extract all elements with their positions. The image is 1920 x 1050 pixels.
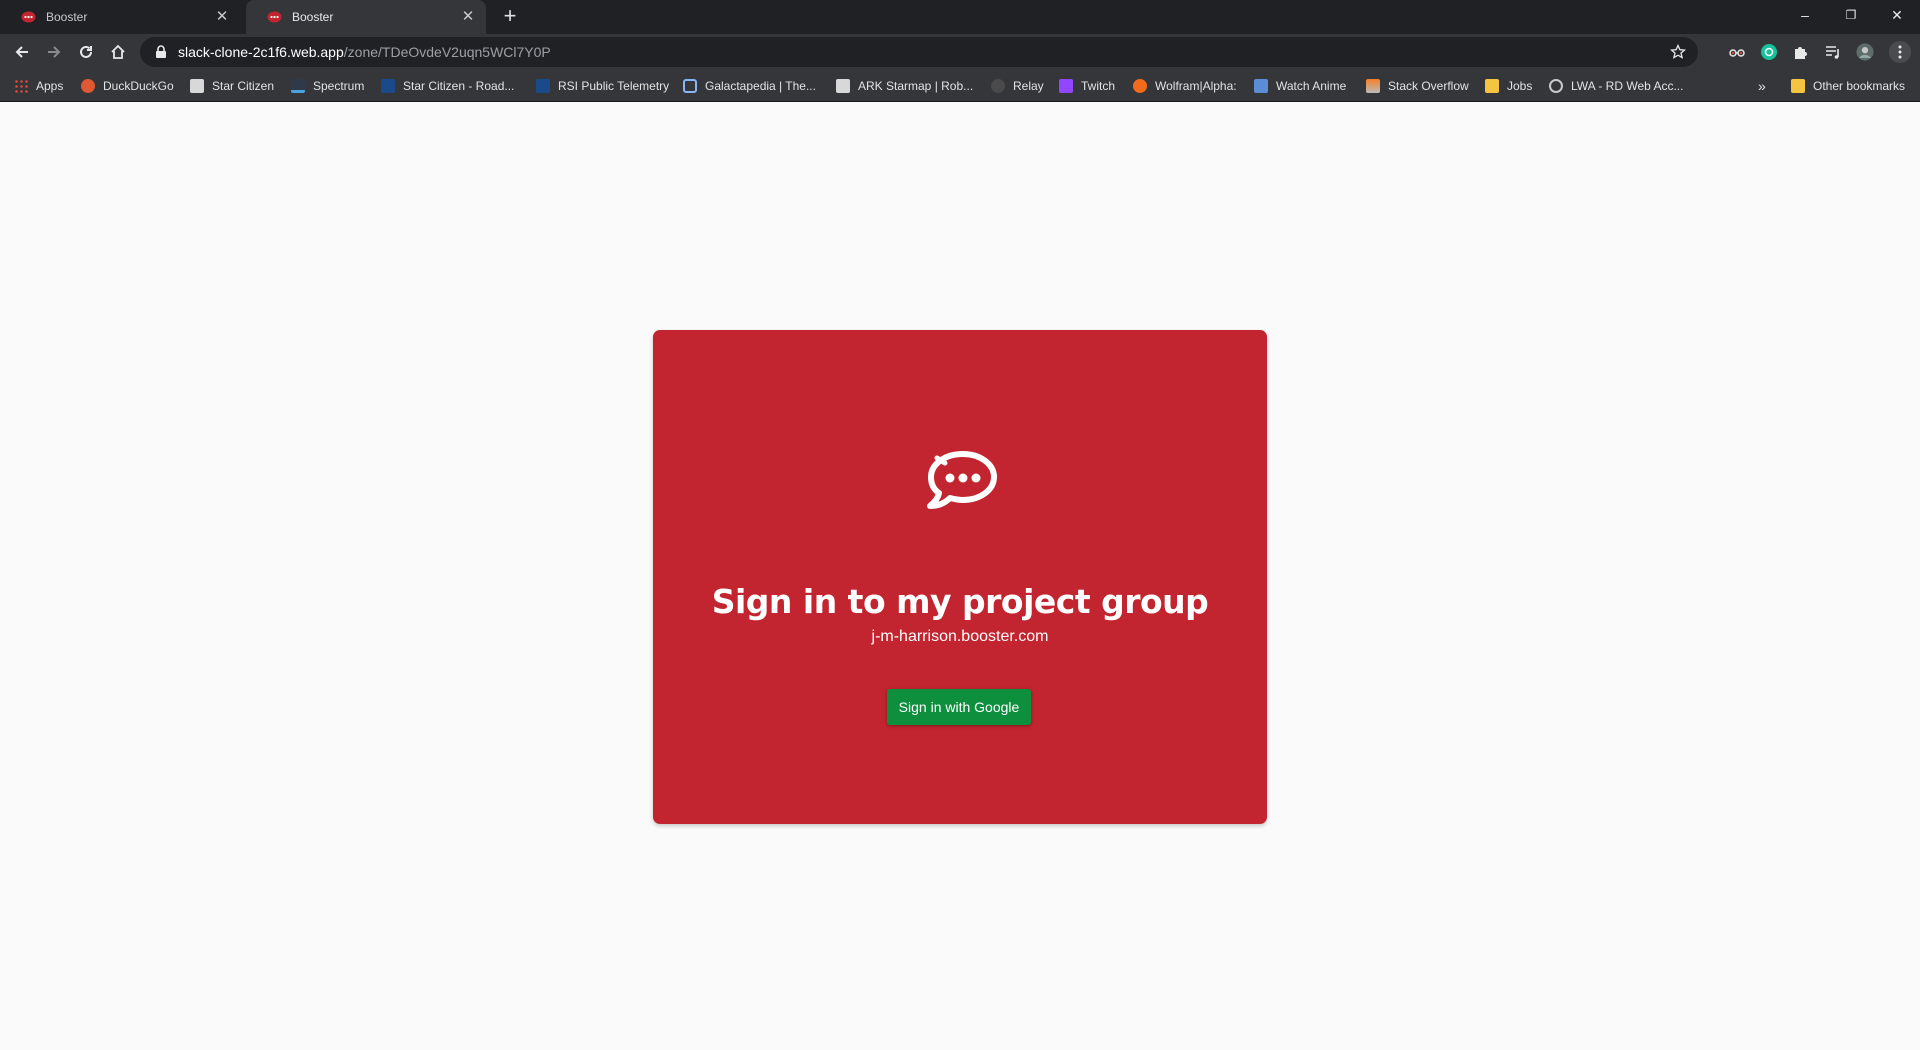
- folder-icon: [1485, 79, 1499, 93]
- rsi-icon: [381, 79, 395, 93]
- bookmark-watch-anime[interactable]: Watch Anime: [1254, 77, 1346, 95]
- bookmark-galactapedia[interactable]: Galactapedia | The...: [683, 77, 816, 95]
- bookmark-stack-overflow[interactable]: Stack Overflow: [1366, 77, 1469, 95]
- folder-icon: [1791, 79, 1805, 93]
- booster-favicon-icon: [267, 11, 282, 23]
- lock-icon: [156, 45, 166, 58]
- forward-button[interactable]: [40, 38, 68, 66]
- minimize-button[interactable]: –: [1782, 0, 1828, 30]
- bookmark-rsi-telemetry[interactable]: RSI Public Telemetry: [536, 77, 669, 95]
- stackoverflow-icon: [1366, 79, 1380, 93]
- signin-heading: Sign in to my project group: [711, 582, 1209, 621]
- bookmark-spectrum[interactable]: Spectrum: [291, 77, 364, 95]
- chat-bubble-logo-icon: [927, 451, 997, 509]
- close-window-button[interactable]: ✕: [1874, 0, 1920, 30]
- tab-close-icon[interactable]: ✕: [460, 9, 476, 25]
- reload-icon: [80, 45, 92, 58]
- bookmarks-bar: Apps DuckDuckGo Star Citizen Spectrum St…: [0, 70, 1920, 102]
- anime-icon: [1254, 79, 1268, 93]
- bookmark-star-citizen[interactable]: Star Citizen: [190, 77, 274, 95]
- reload-button[interactable]: [72, 38, 100, 66]
- workspace-domain: j-m-harrison.booster.com: [871, 628, 1049, 645]
- bookmark-twitch[interactable]: Twitch: [1059, 77, 1115, 95]
- other-bookmarks-folder[interactable]: Other bookmarks: [1791, 77, 1905, 95]
- tab-title: Booster: [46, 10, 88, 24]
- back-arrow-icon: [15, 46, 28, 58]
- forward-arrow-icon: [48, 46, 61, 58]
- tab-strip: Booster ✕ Booster ✕ + – ❐ ✕: [0, 0, 1920, 34]
- bookmark-folder-jobs[interactable]: Jobs: [1485, 77, 1532, 95]
- bookmark-star-icon[interactable]: [1670, 44, 1686, 60]
- bookmark-wolfram-alpha[interactable]: Wolfram|Alpha:: [1133, 77, 1237, 95]
- bookmark-apps[interactable]: Apps: [14, 77, 63, 95]
- extension-grammarly-icon[interactable]: [1760, 43, 1778, 61]
- bookmark-ark-starmap[interactable]: ARK Starmap | Rob...: [836, 77, 973, 95]
- browser-menu-button[interactable]: [1889, 41, 1911, 63]
- apps-grid-icon: [14, 79, 28, 93]
- rsi-icon: [536, 79, 550, 93]
- bookmark-relay[interactable]: Relay: [991, 77, 1044, 95]
- sign-in-with-google-button[interactable]: Sign in with Google: [887, 689, 1031, 725]
- cloud-imperium-icon: [190, 79, 204, 93]
- new-tab-button[interactable]: +: [498, 5, 522, 29]
- home-icon: [111, 44, 125, 59]
- back-button[interactable]: [8, 38, 36, 66]
- url-path: /zone/TDeOvdeV2uqn5WCl7Y0P: [343, 44, 551, 60]
- extensions-puzzle-icon[interactable]: [1792, 43, 1810, 61]
- booster-favicon-icon: [21, 11, 36, 23]
- spectrum-icon: [291, 79, 305, 93]
- address-bar[interactable]: slack-clone-2c1f6.web.app/zone/TDeOvdeV2…: [140, 37, 1698, 67]
- media-queue-icon[interactable]: [1824, 43, 1842, 61]
- globe-icon: [1549, 79, 1563, 93]
- signin-card: Sign in to my project group j-m-harrison…: [653, 330, 1267, 824]
- tab-booster-2[interactable]: Booster ✕: [246, 0, 486, 34]
- cloud-imperium-icon: [836, 79, 850, 93]
- restore-button[interactable]: ❐: [1828, 0, 1874, 30]
- page-body: Sign in to my project group j-m-harrison…: [0, 103, 1920, 1050]
- relay-icon: [991, 79, 1005, 93]
- bookmark-lwa-rd-web[interactable]: LWA - RD Web Acc...: [1549, 77, 1683, 95]
- url-host: slack-clone-2c1f6.web.app: [178, 44, 344, 60]
- home-button[interactable]: [104, 38, 132, 66]
- tab-booster-1[interactable]: Booster ✕: [0, 0, 240, 34]
- tab-title: Booster: [292, 10, 334, 24]
- tab-close-icon[interactable]: ✕: [214, 9, 230, 25]
- profile-avatar-icon[interactable]: [1856, 43, 1874, 61]
- bookmarks-overflow-button[interactable]: »: [1758, 77, 1766, 95]
- wolfram-icon: [1133, 79, 1147, 93]
- twitch-icon: [1059, 79, 1073, 93]
- kebab-menu-icon: [1898, 45, 1902, 59]
- browser-toolbar: slack-clone-2c1f6.web.app/zone/TDeOvdeV2…: [0, 34, 1920, 70]
- bookmark-duckduckgo[interactable]: DuckDuckGo: [81, 77, 174, 95]
- duckduckgo-icon: [81, 79, 95, 93]
- bookmark-star-citizen-roadmap[interactable]: Star Citizen - Road...: [381, 77, 514, 95]
- extension-glasses-icon[interactable]: [1728, 43, 1746, 61]
- galactapedia-icon: [683, 79, 697, 93]
